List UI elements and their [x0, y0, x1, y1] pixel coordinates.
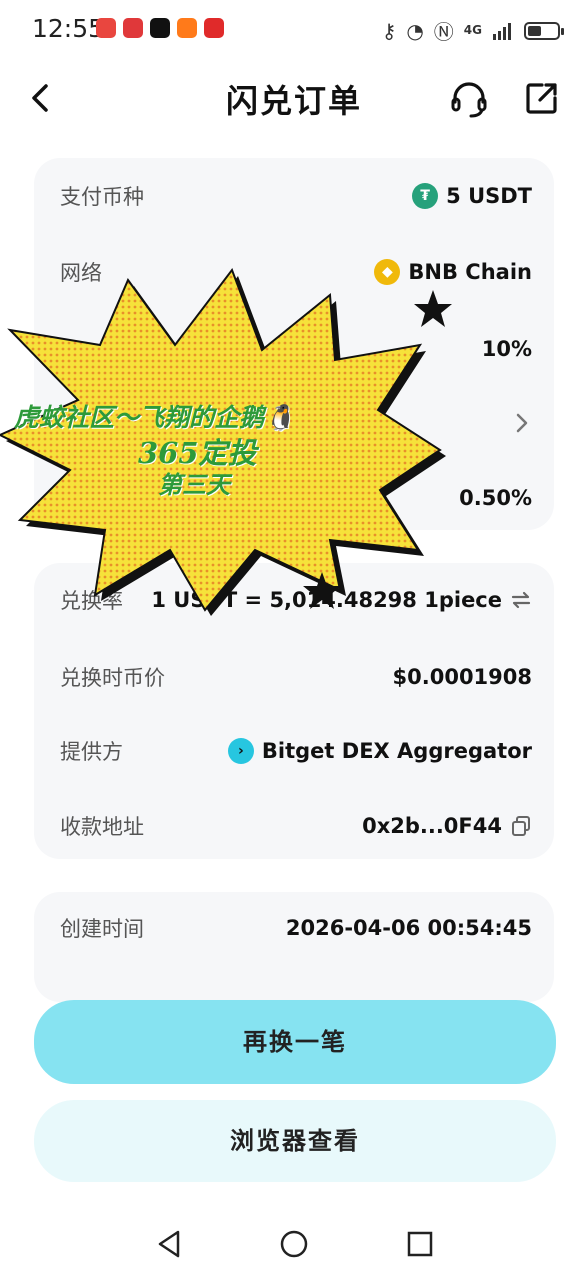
view-in-explorer-button[interactable]: 浏览器查看 — [34, 1100, 556, 1182]
chevron-right-icon — [516, 413, 528, 433]
key-icon: ⚷ — [381, 18, 397, 43]
battery-level — [528, 25, 541, 36]
sticker-caption-line1: 虎蛟社区～飞翔的企鹅 — [14, 403, 265, 432]
status-indicators: ⚷ ◔ Ⓝ 4G — [381, 16, 564, 45]
pdd-app-icon — [204, 18, 224, 38]
header: 闪兑订单 — [0, 62, 588, 134]
meta-card: 创建时间 2026-04-06 00:54:45 — [34, 892, 554, 1002]
penguin-icon: 🐧 — [264, 403, 296, 432]
status-app-icons — [96, 18, 224, 38]
swap-arrows-icon[interactable] — [510, 589, 532, 611]
created-time-row: 创建时间 2026-04-06 00:54:45 — [60, 908, 532, 948]
network-type: 4G — [463, 23, 482, 37]
price-row: 兑换时币价 $0.0001908 — [60, 657, 532, 697]
address-value: 0x2b...0F44 — [362, 814, 502, 838]
price-value: $0.0001908 — [392, 665, 532, 689]
speed-icon: ◔ — [406, 18, 424, 43]
copy-icon[interactable] — [510, 815, 532, 837]
created-time-label: 创建时间 — [60, 917, 144, 941]
share-icon[interactable] — [522, 78, 562, 118]
tiktok-app-icon — [150, 18, 170, 38]
battery-icon — [524, 21, 564, 40]
created-time-value: 2026-04-06 00:54:45 — [285, 916, 532, 940]
nav-home-icon[interactable] — [274, 1224, 314, 1264]
pay-currency-label: 支付币种 — [60, 185, 144, 209]
price-label: 兑换时币价 — [60, 666, 165, 690]
slippage-value: 10% — [481, 337, 532, 361]
comic-burst-sticker: 虎蛟社区～飞翔的企鹅🐧 365定投 第三天 — [0, 250, 470, 630]
swap-again-button[interactable]: 再换一笔 — [34, 1000, 556, 1084]
support-headset-icon[interactable] — [448, 78, 490, 120]
xiaohongshu-app-icon — [96, 18, 116, 38]
signal-icon — [493, 22, 511, 40]
provider-label: 提供方 — [60, 740, 123, 764]
status-bar: 12:55 ⚷ ◔ Ⓝ 4G — [0, 0, 588, 62]
provider-value: Bitget DEX Aggregator — [261, 739, 532, 763]
pay-currency-value: 5 USDT — [446, 184, 532, 208]
page-title: 闪兑订单 — [225, 82, 362, 120]
red-app-icon — [123, 18, 143, 38]
fee-value: 0.50% — [459, 486, 532, 510]
sticker-caption-line3: 第三天 — [158, 470, 230, 499]
nav-back-icon[interactable] — [150, 1224, 190, 1264]
provider-row: 提供方 › Bitget DEX Aggregator — [60, 731, 532, 771]
bitget-logo-icon: › — [227, 738, 254, 764]
taobao-app-icon — [177, 18, 197, 38]
pay-currency-row: 支付币种 ₮ 5 USDT — [60, 176, 532, 216]
nav-recents-icon[interactable] — [400, 1224, 440, 1264]
system-nav-bar — [0, 1210, 588, 1280]
nfc-icon: Ⓝ — [433, 20, 454, 44]
address-label: 收款地址 — [60, 815, 144, 839]
usdt-icon: ₮ — [412, 183, 439, 209]
status-time: 12:55 — [32, 14, 105, 43]
address-row: 收款地址 0x2b...0F44 — [60, 806, 532, 846]
